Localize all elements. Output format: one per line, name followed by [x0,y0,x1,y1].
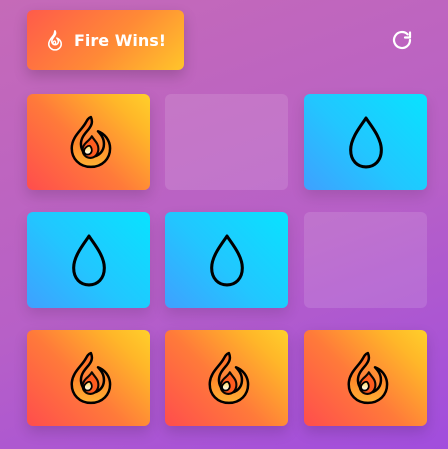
flame-icon [44,29,66,51]
reset-button[interactable] [389,27,415,53]
board-cell-r2-c1[interactable] [27,212,150,308]
board-cell-r2-c3[interactable] [304,212,427,308]
board-cell-r3-c3[interactable] [304,330,427,426]
fire-icon [70,351,111,405]
reset-icon [392,30,412,50]
fire-icon [70,115,111,169]
status-badge: Fire Wins! [27,10,184,70]
board-cell-r3-c2[interactable] [165,330,288,426]
fire-icon [347,351,388,405]
water-drop-icon [348,116,383,169]
water-drop-icon [209,234,244,287]
board-cell-r1-c1[interactable] [27,94,150,190]
water-drop-icon [71,234,106,287]
board-cell-r2-c2[interactable] [165,212,288,308]
status-text: Fire Wins! [74,30,167,50]
header: Fire Wins! [0,0,448,80]
fire-icon [208,351,249,405]
board-cell-r1-c2[interactable] [165,94,288,190]
board-cell-r1-c3[interactable] [304,94,427,190]
board-cell-r3-c1[interactable] [27,330,150,426]
game-board [27,94,427,426]
